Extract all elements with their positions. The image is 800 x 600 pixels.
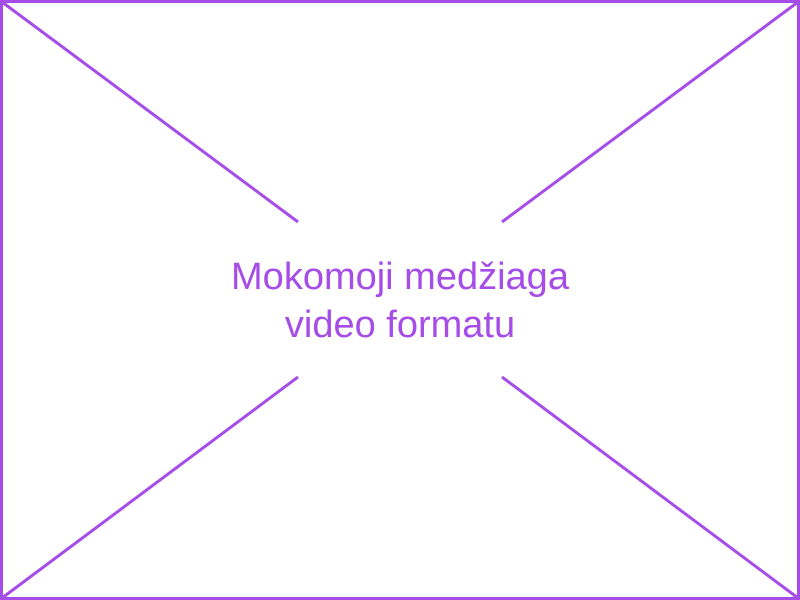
placeholder-caption: Mokomoji medžiaga video formatu <box>0 253 800 349</box>
diagonal-bottom-right <box>501 375 799 600</box>
diagonal-top-left <box>1 0 299 224</box>
caption-line-1: Mokomoji medžiaga <box>231 256 569 298</box>
diagonal-top-right <box>501 0 799 224</box>
diagonal-bottom-left <box>1 375 299 600</box>
video-placeholder: Mokomoji medžiaga video formatu <box>0 0 800 600</box>
caption-line-2: video formatu <box>284 304 516 346</box>
